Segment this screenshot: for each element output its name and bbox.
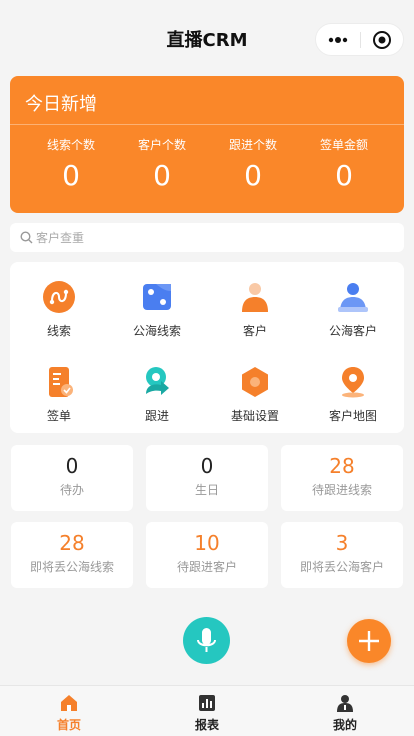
- tab-label: 首页: [56, 718, 81, 732]
- menu-label: 跟进: [144, 409, 169, 423]
- count-value: 10: [194, 531, 220, 555]
- tab-label: 报表: [194, 718, 219, 732]
- count-label: 待跟进线索: [311, 483, 372, 497]
- menu-item-public-customers[interactable]: 公海客户: [304, 267, 402, 347]
- menu-item-customer-map[interactable]: 客户地图: [304, 352, 402, 432]
- profile-icon: [337, 695, 353, 712]
- menu-label: 客户地图: [328, 409, 377, 423]
- stat-contract-amount: 签单金额 0: [295, 136, 393, 192]
- tab-home[interactable]: 首页: [0, 686, 138, 736]
- menu-label: 公海客户: [328, 324, 377, 338]
- menu-grid: 线索 公海线索 客户 公海客户 签单 跟进 基础设置 客户地图: [10, 262, 404, 433]
- public-lead-icon: [143, 284, 171, 310]
- count-value: 3: [335, 531, 349, 555]
- count-value: 28: [59, 531, 85, 555]
- today-stats-card: 今日新增 线索个数 0 客户个数 0 跟进个数 0 签单金额 0: [10, 76, 404, 213]
- public-customer-icon: [338, 283, 368, 312]
- menu-item-contracts[interactable]: 签单: [10, 352, 108, 432]
- microphone-icon: [197, 628, 216, 652]
- search-input[interactable]: [36, 227, 386, 248]
- capsule-divider: [360, 32, 361, 48]
- count-label: 即将丢公海线索: [29, 560, 114, 574]
- count-label: 待跟进客户: [176, 560, 237, 574]
- count-label: 待办: [59, 483, 84, 497]
- stat-value: 0: [335, 159, 353, 192]
- search-bar: [10, 223, 404, 252]
- count-value: 0: [65, 454, 79, 478]
- stat-label: 跟进个数: [228, 138, 277, 152]
- mini-program-capsule: [315, 23, 404, 56]
- count-card-todo[interactable]: 0 待办: [11, 445, 133, 511]
- lead-icon: [43, 281, 75, 313]
- count-label: 生日: [194, 483, 219, 497]
- count-card-expiring-customers[interactable]: 3 即将丢公海客户: [281, 522, 403, 588]
- menu-item-settings[interactable]: 基础设置: [206, 352, 304, 432]
- stat-customers: 客户个数 0: [113, 136, 211, 192]
- tab-bar: 首页 报表 我的: [0, 685, 414, 736]
- menu-label: 公海线索: [132, 324, 181, 338]
- today-stats-title: 今日新增: [25, 94, 97, 115]
- stat-label: 签单金额: [319, 138, 368, 152]
- menu-label: 客户: [242, 324, 267, 338]
- count-card-expiring-leads[interactable]: 28 即将丢公海线索: [11, 522, 133, 588]
- stat-leads: 线索个数 0: [22, 136, 120, 192]
- stat-label: 线索个数: [46, 138, 95, 152]
- menu-label: 基础设置: [230, 409, 279, 423]
- stat-label: 客户个数: [137, 138, 186, 152]
- settings-icon: [242, 367, 268, 397]
- report-icon: [199, 695, 215, 711]
- plus-icon: [359, 631, 379, 651]
- count-card-birthday[interactable]: 0 生日: [146, 445, 268, 511]
- customer-icon: [242, 283, 268, 312]
- menu-item-customers[interactable]: 客户: [206, 267, 304, 347]
- count-card-pending-leads[interactable]: 28 待跟进线索: [281, 445, 403, 511]
- count-value: 28: [329, 454, 355, 478]
- stat-value: 0: [153, 159, 171, 192]
- contract-icon: [49, 367, 73, 397]
- follow-up-icon: [146, 367, 169, 395]
- stat-value: 0: [62, 159, 80, 192]
- tab-label: 我的: [332, 718, 357, 732]
- stat-follow-ups: 跟进个数 0: [204, 136, 302, 192]
- count-card-pending-customers[interactable]: 10 待跟进客户: [146, 522, 268, 588]
- menu-label: 线索: [46, 324, 71, 338]
- target-close-icon[interactable]: [372, 30, 392, 50]
- search-icon: [20, 231, 33, 244]
- count-label: 即将丢公海客户: [299, 560, 384, 574]
- voice-input-button[interactable]: [183, 617, 230, 664]
- menu-item-leads[interactable]: 线索: [10, 267, 108, 347]
- tab-report[interactable]: 报表: [138, 686, 276, 736]
- more-dots-icon[interactable]: [326, 30, 350, 50]
- tab-profile[interactable]: 我的: [276, 686, 414, 736]
- map-pin-icon: [342, 367, 364, 398]
- stat-value: 0: [244, 159, 262, 192]
- menu-label: 签单: [46, 409, 71, 423]
- stats-divider: [10, 124, 404, 125]
- count-value: 0: [200, 454, 214, 478]
- home-icon: [61, 695, 77, 711]
- menu-item-public-leads[interactable]: 公海线索: [108, 267, 206, 347]
- add-button[interactable]: [347, 619, 391, 663]
- menu-item-follow-up[interactable]: 跟进: [108, 352, 206, 432]
- navbar: 直播CRM: [0, 0, 414, 76]
